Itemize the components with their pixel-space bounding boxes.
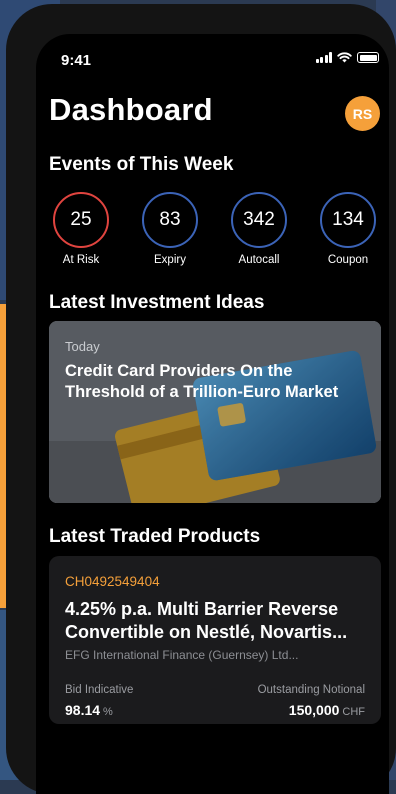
status-time: 9:41	[61, 52, 92, 69]
phone-frame: 9:41 Dashboard RS Events of This Week 25…	[6, 4, 396, 794]
event-at-risk[interactable]: 25 At Risk	[49, 192, 113, 266]
event-label: Coupon	[327, 254, 369, 266]
wifi-icon	[337, 52, 352, 63]
event-coupon[interactable]: 134 Coupon	[316, 192, 380, 266]
traded-product-card[interactable]: CH0492549404 4.25% p.a. Multi Barrier Re…	[49, 556, 381, 724]
notional-label: Outstanding Notional	[257, 684, 365, 696]
event-ring: 83	[142, 192, 198, 248]
events-section-title: Events of This Week	[49, 154, 234, 175]
bid-value: 98.14	[65, 702, 101, 718]
notional-value: 150,000	[288, 702, 340, 718]
cellular-signal-icon	[315, 52, 332, 63]
notional-unit: CHF	[342, 706, 365, 718]
event-ring: 25	[53, 192, 109, 248]
avatar[interactable]: RS	[345, 96, 380, 131]
investment-idea-card[interactable]: Today Credit Card Providers On the Thres…	[49, 321, 381, 503]
event-label: Expiry	[154, 254, 186, 266]
bid-unit: %	[103, 706, 113, 718]
idea-title: Credit Card Providers On the Threshold o…	[65, 362, 339, 401]
ideas-section-title: Latest Investment Ideas	[49, 292, 265, 313]
event-ring: 134	[320, 192, 376, 248]
page-title: Dashboard	[49, 92, 213, 127]
event-label: At Risk	[62, 254, 100, 266]
event-expiry[interactable]: 83 Expiry	[138, 192, 202, 266]
event-label: Autocall	[238, 254, 280, 266]
idea-date: Today	[65, 339, 100, 354]
product-issuer: EFG International Finance (Guernsey) Ltd…	[65, 648, 299, 662]
app-screen: 9:41 Dashboard RS Events of This Week 25…	[36, 34, 389, 794]
bid-label: Bid Indicative	[65, 684, 134, 696]
status-bar: 9:41	[36, 34, 389, 74]
event-ring: 342	[231, 192, 287, 248]
products-section-title: Latest Traded Products	[49, 526, 261, 547]
product-isin: CH0492549404	[65, 574, 160, 589]
battery-icon	[357, 52, 379, 63]
notional-value-row: 150,000 CHF	[289, 702, 365, 718]
bid-value-row: 98.14%	[65, 702, 113, 718]
product-title: 4.25% p.a. Multi Barrier Reverse Convert…	[65, 599, 348, 642]
events-row: 25 At Risk 83 Expiry 342 Autocall 134 Co…	[49, 192, 381, 272]
event-autocall[interactable]: 342 Autocall	[227, 192, 291, 266]
status-icons	[315, 52, 379, 63]
